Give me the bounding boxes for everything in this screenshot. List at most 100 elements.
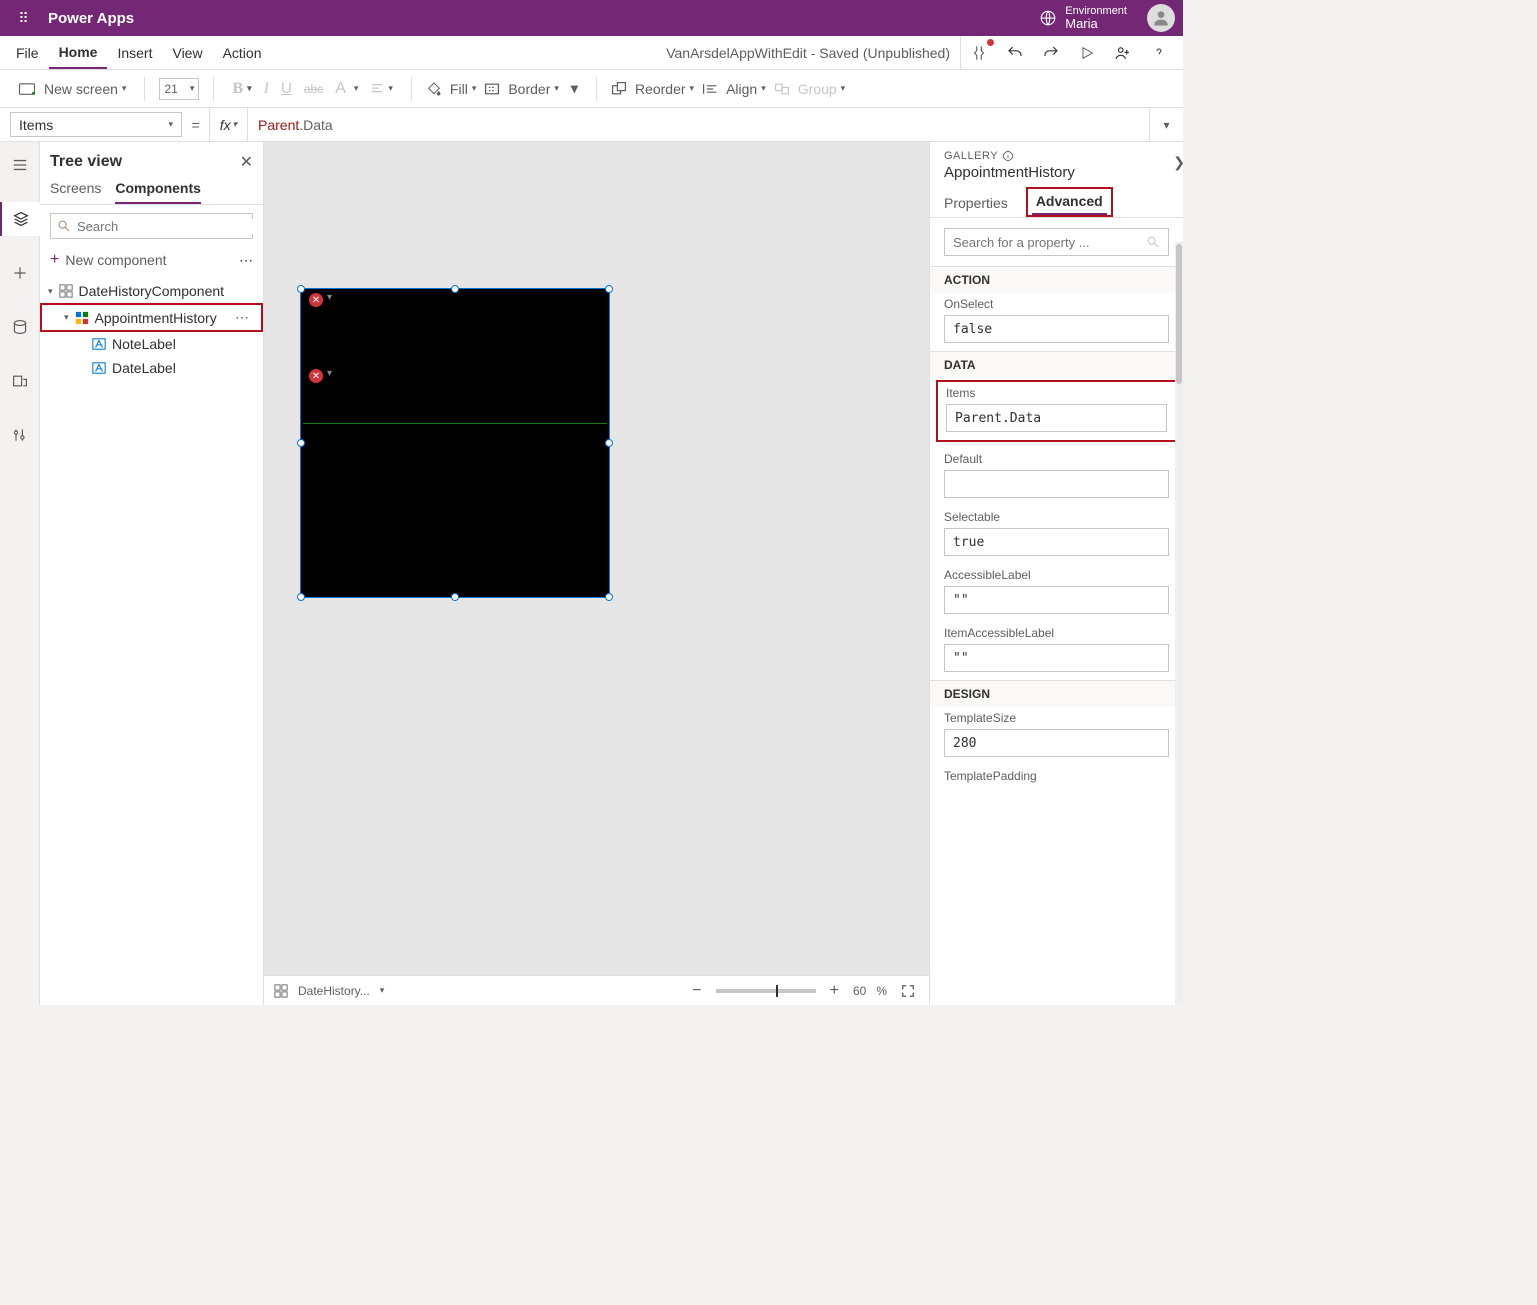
align-icon [702,82,718,96]
align-button[interactable]: Align ▾ [722,79,770,99]
zoom-slider[interactable] [716,989,816,993]
collapse-icon[interactable]: ▾ [64,312,69,323]
menu-file[interactable]: File [6,36,49,69]
tree-item-root[interactable]: ▾ DateHistoryComponent [40,279,263,303]
label-icon [92,337,106,351]
tab-properties[interactable]: Properties [944,189,1008,217]
resize-handle-nw[interactable] [297,285,305,293]
tree-item-appointmenthistory[interactable]: ▾ AppointmentHistory ⋯ [40,303,263,332]
tree-search-input[interactable] [77,219,253,234]
resize-handle-ne[interactable] [605,285,613,293]
border-button[interactable]: Border ▾ [504,79,563,99]
new-screen-button[interactable]: New screen ▾ [40,79,130,99]
resize-handle-s[interactable] [451,593,459,601]
strikethrough-button[interactable]: abc [300,80,327,98]
accessiblelabel-label: AccessibleLabel [944,568,1169,582]
resize-handle-se[interactable] [605,593,613,601]
new-screen-icon [18,82,36,96]
label-icon [92,361,106,375]
user-avatar[interactable] [1147,4,1175,32]
app-checker-icon[interactable] [961,36,997,70]
property-selector[interactable]: Items▾ [10,112,182,137]
resize-handle-e[interactable] [605,439,613,447]
menu-view[interactable]: View [162,36,212,69]
left-rail [0,142,40,1005]
undo-button[interactable] [997,36,1033,70]
menu-insert[interactable]: Insert [107,36,162,69]
insert-button[interactable] [0,256,40,290]
default-input[interactable] [944,470,1169,498]
share-button[interactable] [1105,36,1141,70]
component-icon [59,284,73,298]
font-size-input[interactable]: 21▾ [159,78,199,100]
resize-handle-w[interactable] [297,439,305,447]
property-search[interactable] [944,228,1169,256]
default-label: Default [944,452,1169,466]
chevron-down-icon[interactable]: ▾ [327,292,332,303]
tree-item-datelabel[interactable]: DateLabel [40,356,263,380]
bold-button[interactable]: B ▾ [228,78,255,100]
templatesize-input[interactable]: 280 [944,729,1169,757]
selected-control[interactable]: ✕ ▾ ✕ ▾ [300,288,610,598]
panel-expand-button[interactable]: ❯ [1173,154,1185,171]
zoom-in-button[interactable]: + [826,982,843,1000]
resize-handle-n[interactable] [451,285,459,293]
new-component-button[interactable]: + New component [50,251,167,269]
info-icon[interactable] [1002,150,1014,162]
play-button[interactable] [1069,36,1105,70]
data-button[interactable] [0,310,40,344]
tree-view-button[interactable] [0,202,40,236]
item-more-button[interactable]: ⋯ [235,309,253,326]
error-indicator-icon[interactable]: ✕ [309,369,323,383]
font-color-button[interactable]: A ▾ [331,78,362,100]
close-panel-button[interactable]: ✕ [240,152,253,172]
canvas[interactable]: ✕ ▾ ✕ ▾ DateHistory... ▾ − + 60 % [264,142,929,1005]
formula-input[interactable]: Parent.Data [248,108,1149,141]
zoom-value: 60 [853,984,866,998]
section-design: DESIGN [930,680,1183,707]
zoom-out-button[interactable]: − [688,982,705,1000]
error-indicator-icon[interactable]: ✕ [309,293,323,307]
more-options-button[interactable]: ⋯ [239,252,253,269]
group-button[interactable]: Group ▾ [794,79,849,99]
fill-button[interactable]: Fill ▾ [446,79,480,99]
formula-expand-button[interactable]: ▾ [1149,108,1183,141]
menu-action[interactable]: Action [213,36,272,69]
menu-home[interactable]: Home [49,36,108,69]
onselect-input[interactable]: false [944,315,1169,343]
selectable-input[interactable]: true [944,528,1169,556]
settings-button[interactable] [0,418,40,452]
scrollbar[interactable] [1175,242,1183,1005]
waffle-icon[interactable]: ⠿ [8,10,40,27]
chevron-down-icon[interactable]: ▾ [380,985,385,996]
media-button[interactable] [0,364,40,398]
tree-item-notelabel[interactable]: NoteLabel [40,332,263,356]
accessiblelabel-input[interactable]: "" [944,586,1169,614]
help-button[interactable] [1141,36,1177,70]
tab-advanced[interactable]: Advanced [1026,187,1113,217]
property-search-input[interactable] [953,235,1146,250]
tab-screens[interactable]: Screens [50,180,101,204]
chevron-down-icon[interactable]: ▾ [327,368,332,379]
breadcrumb[interactable]: DateHistory... [298,984,370,998]
redo-button[interactable] [1033,36,1069,70]
hamburger-button[interactable] [0,148,40,182]
resize-handle-sw[interactable] [297,593,305,601]
fit-to-screen-button[interactable] [897,984,919,998]
environment-picker[interactable]: Environment Maria [1039,5,1127,31]
italic-button[interactable]: I [260,78,273,100]
collapse-icon[interactable]: ▾ [48,286,53,297]
fx-icon[interactable]: fx▾ [210,108,248,141]
tab-components[interactable]: Components [115,180,201,204]
canvas-footer: DateHistory... ▾ − + 60 % [264,975,929,1005]
format-options-button[interactable]: ▾ [567,78,582,99]
underline-button[interactable]: U [277,78,296,99]
reorder-button[interactable]: Reorder ▾ [631,79,698,99]
search-icon [1146,235,1160,249]
zoom-percent: % [876,984,887,998]
itemaccessiblelabel-input[interactable]: "" [944,644,1169,672]
text-align-button[interactable]: ▾ [366,81,397,97]
items-input[interactable]: Parent.Data [946,404,1167,432]
tree-search[interactable] [50,213,253,239]
globe-icon [1039,9,1057,27]
